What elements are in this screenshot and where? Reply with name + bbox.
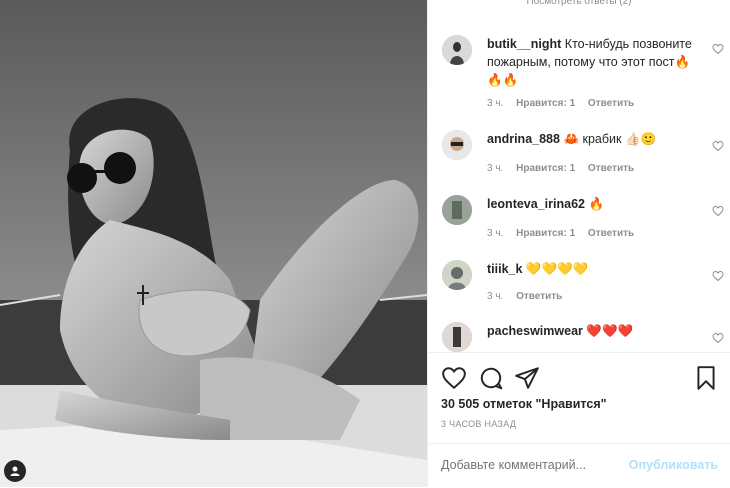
likes-count[interactable]: 30 505 отметок "Нравится" bbox=[441, 397, 607, 411]
avatar[interactable] bbox=[442, 35, 472, 65]
small-heart-icon[interactable] bbox=[712, 140, 724, 152]
tagged-user-icon[interactable] bbox=[4, 460, 26, 482]
post-timestamp[interactable]: 3 ЧАСОВ НАЗАД bbox=[441, 419, 516, 429]
comment-meta: 3 ч. Нравится: 1 Ответить bbox=[487, 98, 644, 109]
comment-body: tiiik_k 💛💛💛💛 bbox=[487, 260, 692, 278]
small-heart-icon[interactable] bbox=[712, 43, 724, 55]
avatar[interactable] bbox=[442, 260, 472, 290]
comment-text: ❤️❤️❤️ bbox=[586, 324, 634, 338]
add-comment-row: Опубликовать bbox=[428, 443, 730, 488]
comment-time[interactable]: 3 ч. bbox=[487, 98, 503, 109]
reply-button[interactable]: Ответить bbox=[588, 228, 634, 239]
view-replies-link[interactable]: Посмотреть ответы (2) bbox=[428, 0, 730, 8]
comment-time[interactable]: 3 ч. bbox=[487, 228, 503, 239]
comment-item: tiiik_k 💛💛💛💛 3 ч. Ответить bbox=[442, 260, 724, 310]
comments-list: Посмотреть ответы (2) butik__night Кто-н… bbox=[428, 0, 730, 352]
reply-button[interactable]: Ответить bbox=[516, 291, 562, 302]
comment-item: butik__night Кто-нибудь позвоните пожарн… bbox=[442, 35, 724, 115]
comment-body: andrina_888 🦀 крабик 👍🏻🙂 bbox=[487, 130, 692, 148]
comment-username[interactable]: tiiik_k bbox=[487, 262, 522, 276]
small-heart-icon[interactable] bbox=[712, 332, 724, 344]
comment-item: andrina_888 🦀 крабик 👍🏻🙂 3 ч. Нравится: … bbox=[442, 130, 724, 180]
comment-bubble-icon[interactable] bbox=[478, 365, 504, 391]
comment-likes[interactable]: Нравится: 1 bbox=[516, 98, 575, 109]
comment-time[interactable]: 3 ч. bbox=[487, 163, 503, 174]
comment-body: butik__night Кто-нибудь позвоните пожарн… bbox=[487, 35, 692, 89]
heart-icon[interactable] bbox=[441, 365, 467, 391]
reply-button[interactable]: Ответить bbox=[588, 98, 634, 109]
comment-item: leonteva_irina62 🔥 3 ч. Нравится: 1 Отве… bbox=[442, 195, 724, 245]
comment-text: 💛💛💛💛 bbox=[525, 262, 589, 276]
comment-text: 🔥 bbox=[588, 197, 605, 211]
comment-text: 🦀 крабик 👍🏻🙂 bbox=[563, 132, 657, 146]
paper-plane-icon[interactable] bbox=[514, 365, 540, 391]
bookmark-icon[interactable] bbox=[693, 365, 719, 391]
comment-input[interactable] bbox=[441, 458, 621, 472]
comment-item: pacheswimwear ❤️❤️❤️ bbox=[442, 322, 724, 352]
reply-button[interactable]: Ответить bbox=[588, 163, 634, 174]
avatar[interactable] bbox=[442, 322, 472, 352]
small-heart-icon[interactable] bbox=[712, 270, 724, 282]
publish-button[interactable]: Опубликовать bbox=[629, 458, 718, 472]
comment-username[interactable]: andrina_888 bbox=[487, 132, 560, 146]
post-sidebar: Посмотреть ответы (2) butik__night Кто-н… bbox=[427, 0, 730, 487]
comment-time[interactable]: 3 ч. bbox=[487, 291, 503, 302]
comment-username[interactable]: pacheswimwear bbox=[487, 324, 583, 338]
avatar[interactable] bbox=[442, 130, 472, 160]
comment-username[interactable]: butik__night bbox=[487, 37, 561, 51]
comment-likes[interactable]: Нравится: 1 bbox=[516, 163, 575, 174]
post-actions: 30 505 отметок "Нравится" 3 ЧАСОВ НАЗАД … bbox=[428, 352, 730, 487]
small-heart-icon[interactable] bbox=[712, 205, 724, 217]
comment-username[interactable]: leonteva_irina62 bbox=[487, 197, 585, 211]
avatar[interactable] bbox=[442, 195, 472, 225]
comment-meta: 3 ч. Ответить bbox=[487, 291, 572, 302]
user-silhouette-icon bbox=[10, 466, 20, 476]
comment-body: leonteva_irina62 🔥 bbox=[487, 195, 692, 213]
comment-likes[interactable]: Нравится: 1 bbox=[516, 228, 575, 239]
post-photo[interactable] bbox=[0, 0, 427, 487]
comment-meta: 3 ч. Нравится: 1 Ответить bbox=[487, 163, 644, 174]
comment-body: pacheswimwear ❤️❤️❤️ bbox=[487, 322, 692, 340]
post-image bbox=[0, 0, 427, 487]
comment-meta: 3 ч. Нравится: 1 Ответить bbox=[487, 228, 644, 239]
